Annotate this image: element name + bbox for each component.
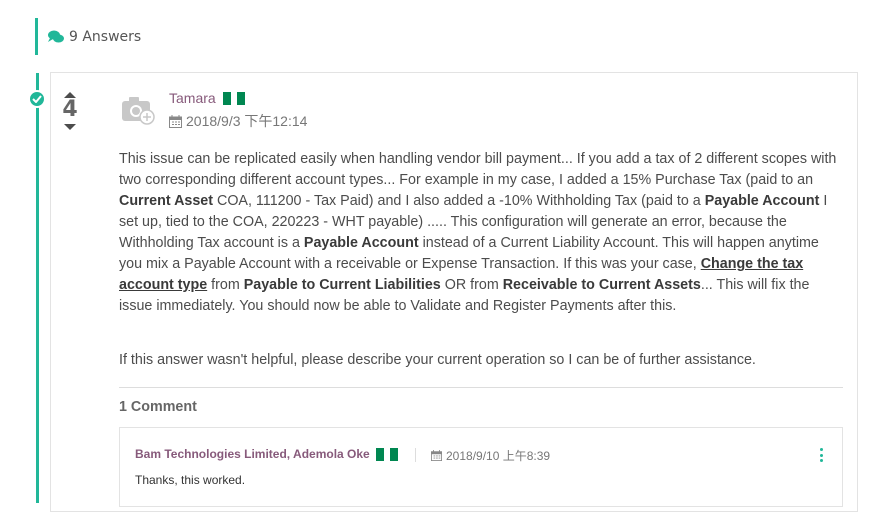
- answer-timeline-bar: [36, 73, 39, 503]
- body-text-5: from: [207, 277, 244, 293]
- body-text-1: This issue can be replicated easily when…: [119, 151, 837, 188]
- answer-author[interactable]: Tamara: [169, 90, 245, 106]
- body-text-2: COA, 111200 - Tax Paid) and I also added…: [213, 193, 705, 209]
- calendar-icon: [169, 114, 182, 128]
- comment-author-name[interactable]: Bam Technologies Limited, Ademola Oke: [135, 447, 370, 461]
- chat-icon: [48, 30, 64, 42]
- body-bold-receivable-to-assets: Receivable to Current Assets: [502, 277, 701, 293]
- body-bold-payable-to-liabilities: Payable to Current Liabilities: [243, 277, 441, 293]
- more-menu-icon[interactable]: [820, 448, 824, 462]
- answer-date: 2018/9/3 下午12:14: [169, 111, 307, 131]
- comment-item: Bam Technologies Limited, Ademola Oke 20…: [119, 427, 843, 507]
- camera-icon: [122, 97, 155, 125]
- flag-nigeria-icon: [222, 91, 245, 105]
- comment-date: 2018/9/10 上午8:39: [431, 447, 550, 464]
- calendar-icon: [431, 450, 442, 461]
- accepted-answer-check-icon: [28, 90, 46, 108]
- comment-author[interactable]: Bam Technologies Limited, Ademola Oke: [135, 447, 398, 461]
- answer-date-text: 2018/9/3 下午12:14: [186, 113, 308, 129]
- body-bold-payable-account-2: Payable Account: [303, 235, 419, 251]
- body-bold-payable-account-1: Payable Account: [704, 193, 820, 209]
- vote-widget: 4: [60, 92, 80, 130]
- downvote-arrow-icon[interactable]: [64, 124, 76, 130]
- body-text-6: OR from: [440, 277, 503, 293]
- divider: [119, 387, 843, 388]
- comments-title: 1 Comment: [119, 399, 197, 415]
- flag-nigeria-icon: [375, 447, 398, 461]
- answers-header: 9 Answers: [35, 18, 141, 55]
- vote-count: 4: [62, 97, 78, 122]
- body-bold-current-asset: Current Asset: [119, 193, 214, 209]
- answer-body: This issue can be replicated easily when…: [119, 149, 843, 317]
- comment-divider: [415, 448, 416, 462]
- answer-author-name[interactable]: Tamara: [169, 90, 216, 106]
- answers-count-label: 9 Answers: [69, 28, 142, 45]
- comment-date-text: 2018/9/10 上午8:39: [446, 449, 551, 463]
- comment-text: Thanks, this worked.: [135, 473, 246, 487]
- answer-followup-text: If this answer wasn't helpful, please de…: [119, 352, 756, 368]
